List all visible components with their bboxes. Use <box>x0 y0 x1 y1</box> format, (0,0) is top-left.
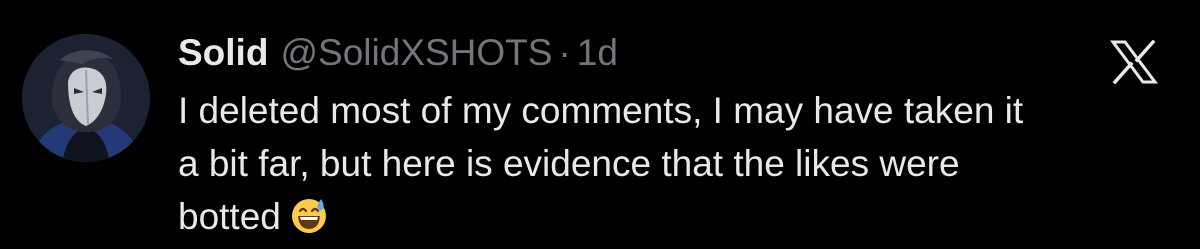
tweet-text-line: I deleted most of my comments, I may hav… <box>178 90 1024 131</box>
tweet-body: I deleted most of my comments, I may hav… <box>178 84 1178 243</box>
grinning-face-with-sweat-emoji-icon <box>289 195 329 235</box>
tweet-card[interactable]: Solid @SolidXSHOTS · 1d I deleted most o… <box>0 0 1200 249</box>
header-separator: · <box>558 32 571 73</box>
tweet-header: Solid @SolidXSHOTS · 1d <box>178 28 618 78</box>
author-avatar[interactable] <box>22 34 150 162</box>
tweet-text-line: botted <box>178 196 281 237</box>
tweet-text-line: a bit far, but here is evidence that the… <box>178 143 960 184</box>
author-handle[interactable]: @SolidXSHOTS <box>280 28 552 78</box>
hooded-masked-character-icon <box>22 34 150 162</box>
author-display-name[interactable]: Solid <box>178 28 268 78</box>
tweet-timestamp[interactable]: 1d <box>577 28 618 78</box>
x-logo-icon[interactable] <box>1110 40 1158 84</box>
